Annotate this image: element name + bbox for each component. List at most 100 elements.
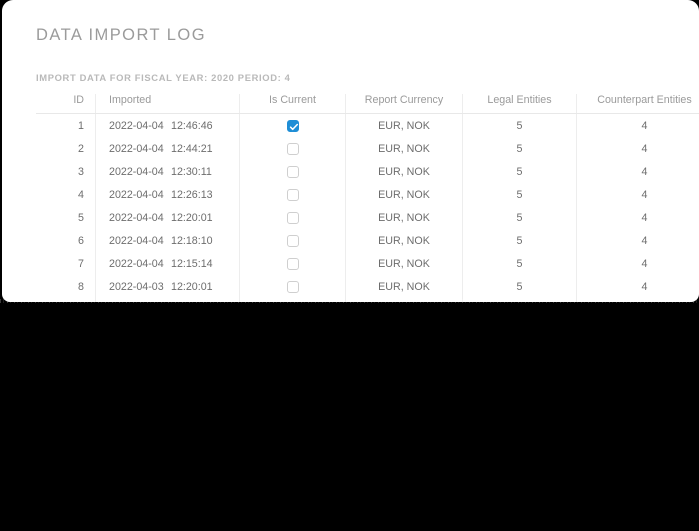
cell-legal-entities: 5 bbox=[462, 252, 577, 275]
cell-report-currency: EUR, NOK bbox=[345, 229, 463, 252]
column-header-report-currency[interactable]: Report Currency bbox=[345, 94, 463, 114]
table-row[interactable]: 12022-04-0412:46:46EUR, NOK542221,602 bbox=[36, 113, 699, 137]
cell-imported-time: 12:18:10 bbox=[171, 234, 213, 247]
cell-imported-date: 2022-04-04 bbox=[109, 165, 164, 178]
cell-legal-entities: 5 bbox=[462, 298, 577, 302]
cell-counterpart-entities: 4 bbox=[576, 252, 699, 275]
cell-imported: 2022-04-04 12:30:11 bbox=[95, 160, 240, 183]
cell-id: 3 bbox=[78, 165, 84, 178]
cell-imported-date: 2022-04-04 bbox=[109, 119, 164, 132]
cell-is-current bbox=[239, 113, 346, 137]
column-header-is-current[interactable]: Is Current bbox=[239, 94, 346, 114]
checkbox-unchecked-icon[interactable] bbox=[286, 188, 299, 201]
import-log-table: ID Imported Is Current Report Currency L… bbox=[36, 94, 699, 302]
cell-counterpart-entities: 4 bbox=[576, 160, 699, 183]
cell-imported: 2022-04-0312:18:12 bbox=[95, 298, 240, 302]
cell-imported: 2022-04-04 12:46:46 bbox=[95, 113, 240, 137]
page-background bbox=[0, 303, 699, 531]
table-row[interactable]: 22022-04-0412:44:21EUR, NOK542091,508 bbox=[36, 137, 699, 160]
cell-id: 6 bbox=[78, 234, 84, 247]
checkbox-checked-icon[interactable] bbox=[286, 119, 299, 132]
cell-imported-time: 12:20:01 bbox=[171, 211, 213, 224]
table-body: 12022-04-0412:46:46EUR, NOK542221,602220… bbox=[36, 113, 699, 302]
cell-counterpart-entities: 4 bbox=[576, 229, 699, 252]
checkbox-unchecked-icon[interactable] bbox=[286, 165, 299, 178]
cell-id: 5 bbox=[78, 211, 84, 224]
checkbox-unchecked-icon[interactable] bbox=[286, 257, 299, 270]
checkbox-unchecked-icon[interactable] bbox=[286, 280, 299, 293]
cell-imported: 2022-04-04 12:20:01 bbox=[95, 206, 240, 229]
cell-legal-entities: 5 bbox=[462, 275, 577, 298]
cell-imported-date: 2022-04-03 bbox=[109, 280, 164, 293]
cell-legal-entities: 5 bbox=[462, 229, 577, 252]
cell-is-current bbox=[239, 183, 346, 206]
cell-imported: 2022-04-04 12:18:10 bbox=[95, 229, 240, 252]
cell-counterpart-entities: 4 bbox=[576, 137, 699, 160]
column-header-counterpart-entities[interactable]: Counterpart Entities bbox=[576, 94, 699, 114]
cell-report-currency: EUR, NOK bbox=[345, 275, 463, 298]
cell-counterpart-entities: 4 bbox=[576, 113, 699, 137]
column-header-legal-entities[interactable]: Legal Entities bbox=[462, 94, 577, 114]
cell-legal-entities: 5 bbox=[462, 206, 577, 229]
cell-report-currency: EUR, NOK bbox=[345, 183, 463, 206]
cell-is-current bbox=[239, 252, 346, 275]
cell-is-current bbox=[239, 137, 346, 160]
cell-is-current bbox=[239, 229, 346, 252]
cell-imported: 2022-04-04 12:26:13 bbox=[95, 183, 240, 206]
table-row[interactable]: 52022-04-0412:20:01EUR, NOK541971,358 bbox=[36, 206, 699, 229]
cell-imported-time: 12:26:13 bbox=[171, 188, 213, 201]
cell-imported-date: 2022-04-04 bbox=[109, 234, 164, 247]
column-header-id[interactable]: ID bbox=[36, 94, 96, 114]
cell-report-currency: EUR, NOK bbox=[345, 206, 463, 229]
cell-imported-date: 2022-04-04 bbox=[109, 257, 164, 270]
checkbox-unchecked-icon[interactable] bbox=[286, 211, 299, 224]
table-header-row: ID Imported Is Current Report Currency L… bbox=[36, 94, 699, 114]
cell-counterpart-entities: 4 bbox=[576, 183, 699, 206]
cell-id: 7 bbox=[78, 257, 84, 270]
cell-report-currency: EUR, NOK bbox=[345, 298, 463, 302]
table-row[interactable]: 32022-04-0412:30:11EUR, NOK541971,358 bbox=[36, 160, 699, 183]
cell-counterpart-entities: 4 bbox=[576, 206, 699, 229]
checkbox-unchecked-icon[interactable] bbox=[286, 142, 299, 155]
page-title: DATA IMPORT LOG bbox=[36, 26, 206, 44]
cell-legal-entities: 5 bbox=[462, 113, 577, 137]
cell-is-current bbox=[239, 160, 346, 183]
cell-imported-date: 2022-04-04 bbox=[109, 142, 164, 155]
cell-imported: 2022-04-04 12:44:21 bbox=[95, 137, 240, 160]
cell-is-current bbox=[239, 298, 346, 302]
data-import-log-card: DATA IMPORT LOG IMPORT DATA FOR FISCAL Y… bbox=[2, 0, 699, 302]
cell-imported-time: 12:44:21 bbox=[171, 142, 213, 155]
cell-report-currency: EUR, NOK bbox=[345, 160, 463, 183]
table-header: ID Imported Is Current Report Currency L… bbox=[36, 94, 699, 114]
cell-report-currency: EUR, NOK bbox=[345, 113, 463, 137]
cell-id: 1 bbox=[78, 119, 84, 132]
table-row[interactable]: 92022-04-0312:18:12EUR, NOK541881,334 bbox=[36, 298, 699, 302]
column-header-imported[interactable]: Imported bbox=[95, 94, 240, 114]
checkbox-unchecked-icon[interactable] bbox=[286, 234, 299, 247]
cell-imported-time: 12:46:46 bbox=[171, 119, 213, 132]
cell-imported-time: 12:30:11 bbox=[171, 165, 212, 178]
cell-imported: 2022-04-03 12:20:01 bbox=[95, 275, 240, 298]
section-subtitle: IMPORT DATA FOR FISCAL YEAR: 2020 PERIOD… bbox=[36, 72, 291, 83]
cell-report-currency: EUR, NOK bbox=[345, 252, 463, 275]
cell-report-currency: EUR, NOK bbox=[345, 137, 463, 160]
app-root: DATA IMPORT LOG IMPORT DATA FOR FISCAL Y… bbox=[0, 0, 699, 531]
table-row[interactable]: 42022-04-0412:26:13EUR, NOK541971,358 bbox=[36, 183, 699, 206]
cell-id: 9 bbox=[36, 298, 96, 302]
table-row[interactable]: 72022-04-0412:15:14EUR, NOK541881,238 bbox=[36, 252, 699, 275]
table-row[interactable]: 82022-04-0312:20:01EUR, NOK541881,238 bbox=[36, 275, 699, 298]
cell-is-current bbox=[239, 275, 346, 298]
import-log-table-container: ID Imported Is Current Report Currency L… bbox=[36, 94, 699, 302]
table-row[interactable]: 62022-04-0412:18:10EUR, NOK541881,238 bbox=[36, 229, 699, 252]
cell-id: 2 bbox=[78, 142, 84, 155]
card-content: DATA IMPORT LOG IMPORT DATA FOR FISCAL Y… bbox=[2, 0, 699, 302]
cell-imported: 2022-04-04 12:15:14 bbox=[95, 252, 240, 275]
cell-legal-entities: 5 bbox=[462, 137, 577, 160]
cell-id: 8 bbox=[78, 280, 84, 293]
cell-imported-time: 12:15:14 bbox=[171, 257, 213, 270]
cell-is-current bbox=[239, 206, 346, 229]
cell-imported-date: 2022-04-04 bbox=[109, 211, 164, 224]
cell-imported-date: 2022-04-04 bbox=[109, 188, 164, 201]
cell-id: 4 bbox=[78, 188, 84, 201]
cell-counterpart-entities: 4 bbox=[576, 275, 699, 298]
